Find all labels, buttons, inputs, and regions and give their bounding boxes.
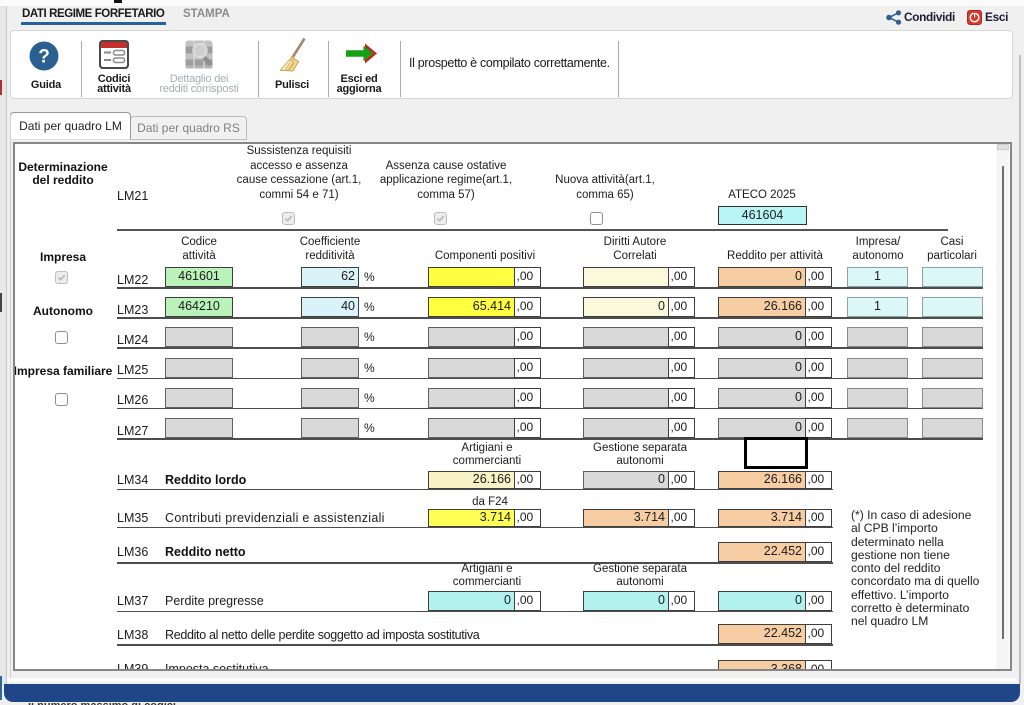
svg-text:?: ? [38,47,50,68]
